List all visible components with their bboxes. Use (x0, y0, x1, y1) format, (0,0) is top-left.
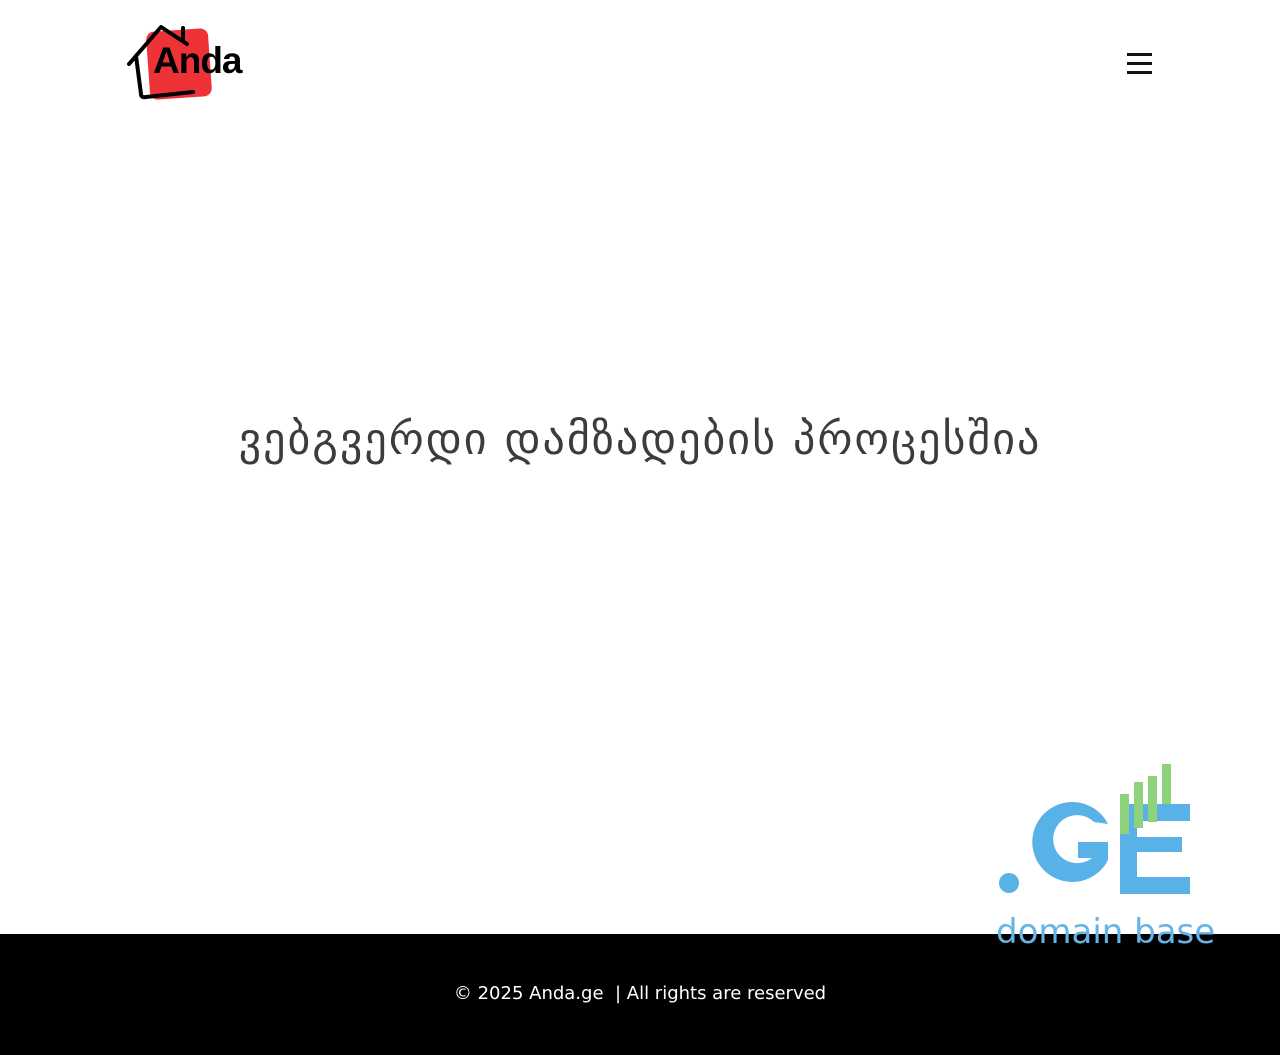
hamburger-menu-icon[interactable] (1127, 53, 1153, 77)
page-headline: ვებგვერდი დამზადების პროცესშია (238, 414, 1042, 465)
anda-logo[interactable]: Anda (127, 24, 251, 102)
footer-copyright: © 2025 Anda.ge | All rights are reserved (453, 983, 827, 1004)
ge-logo-icon (999, 764, 1190, 894)
page: Anda ვებგვერდი დამზადების პროცესშია doma… (0, 0, 1280, 1055)
logo-wordmark: Anda (153, 40, 242, 81)
ge-domain-badge[interactable]: domain base (990, 760, 1215, 955)
ge-badge-caption: domain base (996, 912, 1216, 952)
